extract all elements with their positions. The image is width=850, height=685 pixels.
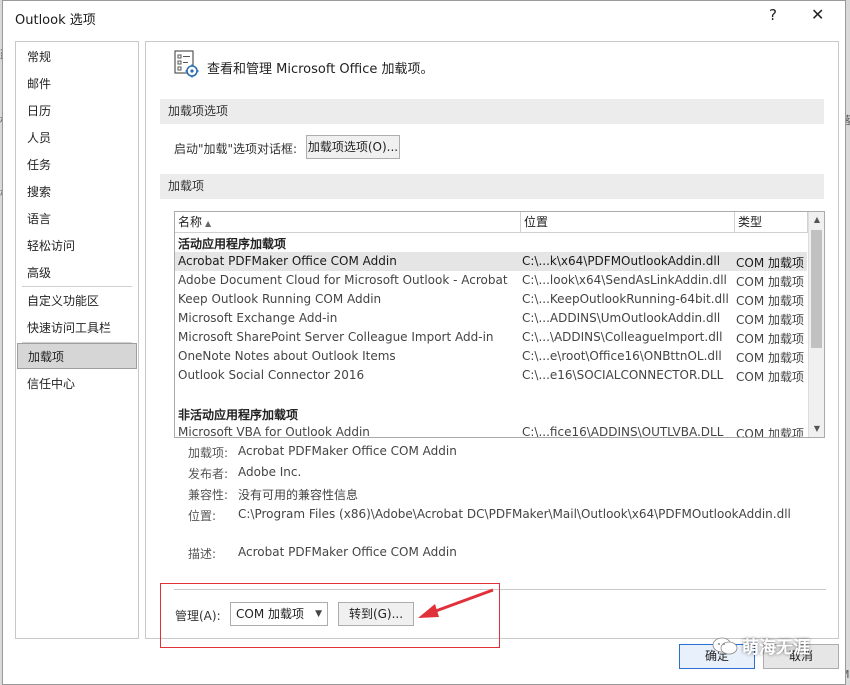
nav-item-addins[interactable]: 加载项 (17, 343, 137, 369)
addin-name: Keep Outlook Running COM Addin (178, 292, 382, 306)
addin-name: Microsoft VBA for Outlook Addin (178, 425, 370, 438)
addin-options-button[interactable]: 加载项选项(O)... (306, 135, 400, 159)
annotation-arrow-icon (418, 588, 494, 618)
detail-addin-label: 加载项: (188, 446, 229, 460)
nav-item-customize-ribbon[interactable]: 自定义功能区 (17, 288, 137, 314)
detail-publisher-value: Adobe Inc. (238, 465, 302, 479)
addin-row[interactable]: Microsoft VBA for Outlook Addin C:\...fi… (175, 423, 807, 438)
addin-type: COM 加载项 (736, 351, 804, 365)
scroll-thumb[interactable] (811, 230, 822, 348)
nav-item-calendar[interactable]: 日历 (17, 98, 137, 124)
addins-list[interactable]: 名称 ▲ 位置 类型 活动应用程序加载项 Acrobat PDFMaker Off… (174, 211, 825, 438)
nav-item-accessibility[interactable]: 轻松访问 (17, 233, 137, 259)
addin-row[interactable]: Adobe Document Cloud for Microsoft Outlo… (175, 271, 807, 290)
nav-item-people[interactable]: 人员 (17, 125, 137, 151)
scroll-down-icon[interactable]: ▼ (809, 421, 824, 437)
addin-row[interactable]: Microsoft SharePoint Server Colleague Im… (175, 328, 807, 347)
wechat-logo-icon (712, 637, 738, 655)
nav-item-quick-access-toolbar[interactable]: 快速访问工具栏 (17, 315, 137, 341)
addin-options-section-title: 加载项选项 (160, 99, 824, 124)
addin-type: COM 加载项 (736, 294, 804, 308)
addin-type: COM 加载项 (736, 256, 804, 270)
addin-options-prompt: 启动"加载"选项对话框: (174, 142, 298, 156)
panel-header-text: 查看和管理 Microsoft Office 加载项。 (207, 62, 434, 77)
column-header-name[interactable]: 名称 ▲ (175, 212, 521, 233)
detail-publisher-label: 发布者: (188, 467, 229, 481)
addin-type: COM 加载项 (736, 332, 804, 346)
help-button[interactable]: ? (769, 6, 777, 24)
detail-desc-label: 描述: (188, 547, 217, 561)
addin-row[interactable]: Keep Outlook Running COM Addin C:\...Kee… (175, 290, 807, 309)
title-bar[interactable]: Outlook 选项 ? ✕ (3, 1, 845, 33)
addin-row[interactable]: Acrobat PDFMaker Office COM Addin C:\...… (175, 252, 807, 271)
nav-item-tasks[interactable]: 任务 (17, 152, 137, 178)
detail-location-value: C:\Program Files (x86)\Adobe\Acrobat DC\… (238, 507, 791, 521)
close-button[interactable]: ✕ (811, 5, 824, 24)
watermark-text: 萌海无涯 (742, 638, 810, 658)
scroll-up-icon[interactable]: ▲ (809, 212, 824, 228)
detail-compat-label: 兼容性: (188, 488, 229, 502)
options-nav: 常规 邮件 日历 人员 任务 搜索 语言 轻松访问 高级 自定义功能区 快速访问… (15, 41, 139, 639)
addin-location: C:\...\ADDINS\ColleagueImport.dll (522, 330, 723, 344)
addin-name: Adobe Document Cloud for Microsoft Outlo… (178, 273, 508, 287)
nav-item-mail[interactable]: 邮件 (17, 71, 137, 97)
column-name-label: 名称 (178, 215, 203, 229)
addin-location: C:\...look\x64\SendAsLinkAddin.dll (522, 273, 727, 287)
watermark: 萌海无涯 (712, 633, 810, 667)
addin-location: C:\...fice16\ADDINS\OUTLVBA.DLL (522, 425, 724, 438)
addins-panel: 查看和管理 Microsoft Office 加载项。 加载项选项 启动"加载"… (145, 41, 839, 639)
list-scrollbar[interactable]: ▲ ▼ (808, 212, 824, 437)
addins-section-title: 加载项 (160, 174, 824, 199)
nav-item-language[interactable]: 语言 (17, 206, 137, 232)
addin-location: C:\...ADDINS\UmOutlookAddin.dll (522, 311, 721, 325)
dialog-title: Outlook 选项 (15, 13, 96, 28)
addins-gear-icon (174, 50, 199, 78)
addin-type: COM 加载项 (736, 427, 804, 438)
inactive-addins-heading: 非活动应用程序加载项 (178, 408, 299, 422)
addin-row[interactable]: OneNote Notes about Outlook Items C:\...… (175, 347, 807, 366)
addin-location: C:\...KeepOutlookRunning-64bit.dll (522, 292, 729, 306)
addin-location: C:\...k\x64\PDFMOutlookAddin.dll (522, 254, 721, 268)
sort-ascending-icon: ▲ (205, 219, 212, 228)
detail-desc-value: Acrobat PDFMaker Office COM Addin (238, 545, 457, 559)
nav-item-advanced[interactable]: 高级 (17, 260, 137, 286)
addin-location: C:\...e16\SOCIALCONNECTOR.DLL (522, 368, 724, 382)
detail-location-label: 位置: (188, 509, 217, 523)
nav-item-trust-center[interactable]: 信任中心 (17, 371, 137, 397)
addin-name: Microsoft SharePoint Server Colleague Im… (178, 330, 494, 344)
addin-row[interactable]: Outlook Social Connector 2016 C:\...e16\… (175, 366, 807, 385)
addin-name: Acrobat PDFMaker Office COM Addin (178, 254, 397, 268)
addin-name: Microsoft Exchange Add-in (178, 311, 338, 325)
nav-item-general[interactable]: 常规 (17, 44, 137, 70)
column-header-type[interactable]: 类型 (735, 212, 808, 233)
addin-type: COM 加载项 (736, 313, 804, 327)
column-header-location[interactable]: 位置 (521, 212, 735, 233)
active-addins-heading: 活动应用程序加载项 (178, 237, 287, 251)
addin-name: Outlook Social Connector 2016 (178, 368, 365, 382)
addin-row[interactable]: Microsoft Exchange Add-in C:\...ADDINS\U… (175, 309, 807, 328)
addin-type: COM 加载项 (736, 370, 804, 384)
nav-item-search[interactable]: 搜索 (17, 179, 137, 205)
detail-addin-value: Acrobat PDFMaker Office COM Addin (238, 444, 457, 458)
nav-divider (22, 286, 132, 287)
detail-compat-value: 没有可用的兼容性信息 (238, 488, 359, 502)
addin-name: OneNote Notes about Outlook Items (178, 349, 396, 363)
addin-type: COM 加载项 (736, 275, 804, 289)
addin-location: C:\...e\root\Office16\ONBttnOL.dll (522, 349, 722, 363)
